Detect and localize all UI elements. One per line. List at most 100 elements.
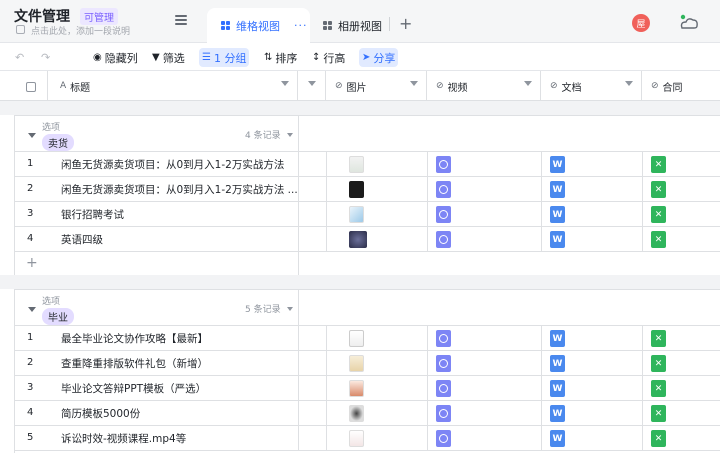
image-cell[interactable] — [327, 152, 428, 177]
contract-cell[interactable]: ✕ — [643, 426, 720, 451]
video-cell[interactable] — [428, 177, 542, 202]
image-thumbnail[interactable] — [349, 405, 364, 422]
doc-cell[interactable]: W — [542, 227, 643, 252]
table-row[interactable]: 4 简历模板5000份 W ✕ — [15, 401, 720, 426]
row-title[interactable]: 最全毕业论文协作攻略【最新】 — [61, 331, 208, 346]
column-doc[interactable]: ⊘ 文档 — [541, 71, 642, 101]
doc-cell[interactable]: W — [542, 326, 643, 351]
excel-file-icon[interactable]: ✕ — [651, 380, 666, 397]
contract-cell[interactable]: ✕ — [643, 401, 720, 426]
excel-file-icon[interactable]: ✕ — [651, 231, 666, 248]
avatar[interactable]: 屋 — [632, 14, 650, 32]
excel-file-icon[interactable]: ✕ — [651, 156, 666, 173]
word-file-icon[interactable]: W — [550, 330, 565, 347]
select-all-checkbox[interactable] — [26, 82, 36, 92]
row-title[interactable]: 诉讼时效-视频课程.mp4等 — [61, 431, 186, 446]
column-options-cell[interactable] — [298, 71, 326, 101]
word-file-icon[interactable]: W — [550, 181, 565, 198]
column-contract[interactable]: ⊘ 合同 — [642, 71, 720, 101]
video-file-icon[interactable] — [436, 355, 451, 372]
video-cell[interactable] — [428, 152, 542, 177]
doc-cell[interactable]: W — [542, 376, 643, 401]
video-cell[interactable] — [428, 401, 542, 426]
hide-columns-button[interactable]: ◉ 隐藏列 — [90, 48, 141, 67]
row-title[interactable]: 简历模板5000份 — [61, 406, 140, 421]
column-video[interactable]: ⊘ 视频 — [427, 71, 541, 101]
row-title[interactable]: 查重降重排版软件礼包（新增） — [61, 356, 208, 371]
word-file-icon[interactable]: W — [550, 355, 565, 372]
video-file-icon[interactable] — [436, 181, 451, 198]
doc-cell[interactable]: W — [542, 177, 643, 202]
video-cell[interactable] — [428, 227, 542, 252]
video-cell[interactable] — [428, 202, 542, 227]
row-title[interactable]: 闲鱼无货源卖货项目：从0到月入1-2万实战方法 — [61, 157, 284, 172]
table-row[interactable]: 1 闲鱼无货源卖货项目：从0到月入1-2万实战方法 W ✕ — [15, 152, 720, 177]
column-title[interactable]: A 标题 — [48, 71, 298, 101]
image-cell[interactable] — [327, 227, 428, 252]
chevron-down-icon[interactable] — [287, 307, 293, 311]
excel-file-icon[interactable]: ✕ — [651, 405, 666, 422]
image-thumbnail[interactable] — [349, 380, 364, 397]
image-cell[interactable] — [327, 426, 428, 451]
excel-file-icon[interactable]: ✕ — [651, 181, 666, 198]
table-row[interactable]: 3 毕业论文答辩PPT模板（严选） W ✕ — [15, 376, 720, 401]
video-file-icon[interactable] — [436, 380, 451, 397]
row-title[interactable]: 英语四级 — [61, 232, 103, 247]
word-file-icon[interactable]: W — [550, 405, 565, 422]
doc-cell[interactable]: W — [542, 202, 643, 227]
filter-button[interactable]: ▼ 筛选 — [149, 48, 188, 67]
table-row[interactable]: 1 最全毕业论文协作攻略【最新】 W ✕ — [15, 326, 720, 351]
add-view-button[interactable]: + — [399, 14, 412, 33]
image-thumbnail[interactable] — [349, 156, 364, 173]
contract-cell[interactable]: ✕ — [643, 351, 720, 376]
doc-cell[interactable]: W — [542, 152, 643, 177]
video-cell[interactable] — [428, 351, 542, 376]
doc-cell[interactable]: W — [542, 351, 643, 376]
video-cell[interactable] — [428, 376, 542, 401]
column-menu-icon[interactable] — [281, 81, 289, 86]
add-record-row[interactable]: + — [15, 252, 720, 276]
menu-icon[interactable] — [175, 15, 187, 25]
word-file-icon[interactable]: W — [550, 206, 565, 223]
contract-cell[interactable]: ✕ — [643, 202, 720, 227]
group-header[interactable]: 选项 卖货 4 条记录 — [15, 116, 720, 152]
image-cell[interactable] — [327, 401, 428, 426]
image-cell[interactable] — [327, 376, 428, 401]
contract-cell[interactable]: ✕ — [643, 326, 720, 351]
image-thumbnail[interactable] — [349, 355, 364, 372]
word-file-icon[interactable]: W — [550, 380, 565, 397]
word-file-icon[interactable]: W — [550, 430, 565, 447]
contract-cell[interactable]: ✕ — [643, 177, 720, 202]
video-file-icon[interactable] — [436, 206, 451, 223]
row-height-button[interactable]: ↕ 行高 — [309, 48, 348, 67]
tab-more-icon[interactable]: ··· — [294, 19, 308, 32]
image-thumbnail[interactable] — [349, 430, 364, 447]
doc-cell[interactable]: W — [542, 401, 643, 426]
image-cell[interactable] — [327, 177, 428, 202]
video-file-icon[interactable] — [436, 405, 451, 422]
table-row[interactable]: 3 银行招聘考试 W ✕ — [15, 202, 720, 227]
excel-file-icon[interactable]: ✕ — [651, 206, 666, 223]
image-cell[interactable] — [327, 202, 428, 227]
column-menu-icon[interactable] — [625, 81, 633, 86]
share-button[interactable]: ➤ 分享 — [359, 48, 399, 67]
row-title[interactable]: 毕业论文答辩PPT模板（严选） — [61, 381, 206, 396]
image-cell[interactable] — [327, 351, 428, 376]
group-header[interactable]: 选项 毕业 5 条记录 — [15, 290, 720, 326]
row-title[interactable]: 银行招聘考试 — [61, 207, 124, 222]
table-row[interactable]: 2 查重降重排版软件礼包（新增） W ✕ — [15, 351, 720, 376]
excel-file-icon[interactable]: ✕ — [651, 430, 666, 447]
chevron-down-icon[interactable] — [287, 133, 293, 137]
image-cell[interactable] — [327, 326, 428, 351]
collapse-arrow-icon[interactable] — [28, 307, 36, 312]
image-thumbnail[interactable] — [349, 181, 364, 198]
description-text[interactable]: 点击此处，添加一段说明 — [31, 24, 130, 37]
table-row[interactable]: 4 英语四级 W ✕ — [15, 227, 720, 252]
contract-cell[interactable]: ✕ — [643, 152, 720, 177]
table-row[interactable]: 2 闲鱼无货源卖货项目：从0到月入1-2万实战方法 ... W ✕ — [15, 177, 720, 202]
add-record-icon[interactable]: + — [26, 255, 38, 271]
column-image[interactable]: ⊘ 图片 — [326, 71, 427, 101]
column-menu-icon[interactable] — [410, 81, 418, 86]
row-title[interactable]: 闲鱼无货源卖货项目：从0到月入1-2万实战方法 ... — [61, 182, 297, 197]
cloud-sync-icon[interactable] — [678, 13, 700, 31]
